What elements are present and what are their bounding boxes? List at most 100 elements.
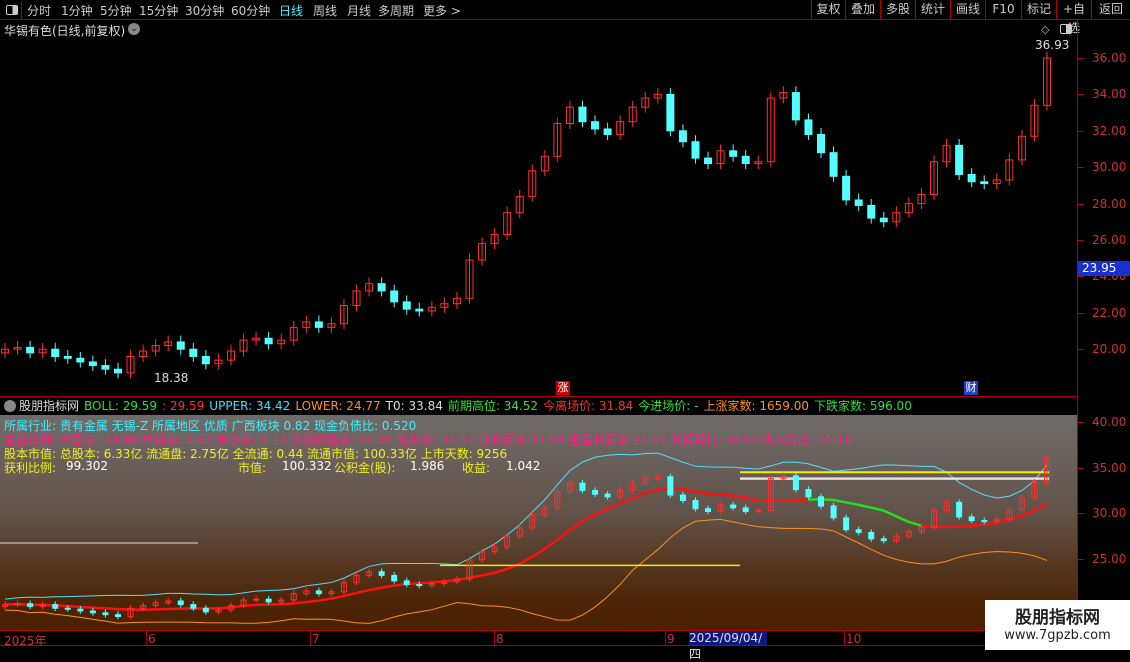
candle-down — [77, 358, 84, 362]
middle-band-segment — [1009, 516, 1022, 520]
candle-down — [968, 174, 975, 181]
middle-band-segment — [68, 606, 81, 607]
prev-high-value: 前期高位: 34.52 — [448, 399, 538, 413]
watermark: 股朋指标网 www.7gpzb.com — [985, 600, 1130, 650]
toolbar-button-4[interactable]: 画线 — [950, 0, 985, 20]
lower-band-line — [5, 519, 1047, 623]
middle-band-segment — [105, 608, 118, 609]
exit-price-value: 今离场价: 31.84 — [543, 399, 633, 413]
toolbar-button-2[interactable]: 多股 — [880, 0, 915, 20]
candle-up — [15, 604, 20, 605]
time-separator — [844, 631, 845, 645]
chevron-down-icon[interactable] — [4, 400, 16, 412]
candle-down — [855, 200, 862, 205]
middle-band-segment — [633, 493, 646, 498]
toolbar-button-7[interactable]: +自选 — [1056, 0, 1091, 20]
price-tick-label: 34.00 — [1092, 87, 1126, 101]
indicator-header: 股朋指标网BOLL: 29.59: 29.59UPPER: 34.42LOWER… — [0, 396, 1077, 415]
period-tab-5[interactable]: 60分钟 — [231, 2, 270, 19]
indicator-tick-label: 25.00 — [1092, 552, 1126, 566]
candle-down — [819, 497, 824, 506]
indicator-panel[interactable]: 所属行业: 贵有金属 无锡-Z 所属地区 优质 广西板块 0.82 现金负债比:… — [0, 415, 1077, 630]
middle-band-segment — [357, 590, 370, 593]
middle-band-segment — [331, 596, 344, 599]
candle-down — [115, 615, 120, 617]
reserve-label: 公积金(股): — [334, 459, 395, 476]
middle-band-segment — [582, 514, 595, 521]
middle-band-segment — [721, 495, 734, 496]
period-tab-7[interactable]: 周线 — [313, 2, 337, 19]
period-tab-1[interactable]: 1分钟 — [61, 2, 93, 19]
middle-band-segment — [620, 498, 633, 503]
finance-marker[interactable]: 财 — [964, 381, 978, 395]
toolbar-button-3[interactable]: 统计 — [915, 0, 950, 20]
price-tick-label: 28.00 — [1092, 197, 1126, 211]
middle-band-segment — [570, 521, 583, 530]
indicator-tick — [1078, 513, 1084, 514]
candle-down — [265, 338, 272, 343]
period-tab-3[interactable]: 15分钟 — [139, 2, 178, 19]
candle-down — [869, 532, 874, 538]
candle-down — [178, 601, 183, 605]
candle-down — [403, 302, 410, 309]
price-tick — [1078, 167, 1084, 168]
candle-down — [103, 613, 108, 615]
candle-down — [844, 518, 849, 530]
candlestick-chart[interactable] — [0, 20, 1077, 396]
limit-up-marker[interactable]: 涨 — [556, 381, 570, 395]
period-tab-2[interactable]: 5分钟 — [100, 2, 132, 19]
price-tick-label: 30.00 — [1092, 160, 1126, 174]
middle-band-segment — [959, 526, 972, 527]
period-tab-6[interactable]: 日线 — [279, 2, 303, 19]
indicator-tick-label: 30.00 — [1092, 506, 1126, 520]
indicator-tick — [1078, 559, 1084, 560]
candle-down — [680, 495, 685, 500]
middle-band-segment — [896, 516, 909, 522]
middle-band-segment — [595, 509, 608, 514]
indicator-name[interactable]: 股朋指标网 — [19, 399, 79, 413]
candle-down — [28, 604, 33, 607]
toolbar-button-6[interactable]: 标记 — [1021, 0, 1056, 20]
period-tab-8[interactable]: 月线 — [347, 2, 371, 19]
price-tick-label: 26.00 — [1092, 233, 1126, 247]
watermark-url: www.7gpzb.com — [985, 628, 1130, 643]
period-tab-0[interactable]: 分时 — [27, 2, 51, 19]
middle-band-segment — [846, 502, 859, 504]
toolbar-button-1[interactable]: 叠加 — [845, 0, 880, 20]
candle-down — [78, 609, 83, 611]
candle-down — [793, 476, 798, 490]
current-price-label: 23.95 — [1078, 261, 1130, 276]
middle-band-segment — [1034, 504, 1047, 511]
middle-band-segment — [470, 575, 483, 577]
toolbar-button-0[interactable]: 复权 — [811, 0, 845, 20]
candle-down — [667, 94, 674, 130]
entry-price-value: 今进场价: - — [638, 399, 698, 413]
price-tick — [1078, 313, 1084, 314]
price-tick-label: 36.00 — [1092, 51, 1126, 65]
candle-down — [89, 362, 96, 366]
candle-down — [856, 530, 861, 533]
market-cap-label: 市值: — [238, 459, 266, 476]
layout-toggle-icon[interactable] — [2, 1, 22, 19]
period-tab-4[interactable]: 30分钟 — [185, 2, 224, 19]
candle-down — [743, 508, 748, 512]
down-count-value: 下跌家数: 596.00 — [814, 399, 912, 413]
time-separator — [665, 631, 666, 645]
indicator-tick — [1078, 422, 1084, 423]
toolbar-button-8[interactable]: 返回 — [1091, 0, 1130, 20]
middle-band-segment — [495, 569, 508, 573]
candle-down — [114, 369, 121, 373]
time-axis[interactable]: 2025年6789102025/09/04/四 — [0, 630, 1077, 646]
candle-down — [202, 356, 209, 363]
period-tab-10[interactable]: 更多 > — [423, 2, 461, 19]
time-separator — [310, 631, 311, 645]
period-tab-9[interactable]: 多周期 — [378, 2, 414, 19]
toolbar-button-5[interactable]: F10 — [985, 0, 1021, 20]
eps-label: 收益: — [462, 459, 490, 476]
candle-down — [27, 347, 34, 352]
candle-down — [64, 356, 71, 358]
middle-band-segment — [695, 491, 708, 493]
middle-band-segment — [859, 505, 872, 508]
middle-band-segment — [80, 607, 93, 608]
price-tick — [1078, 131, 1084, 132]
